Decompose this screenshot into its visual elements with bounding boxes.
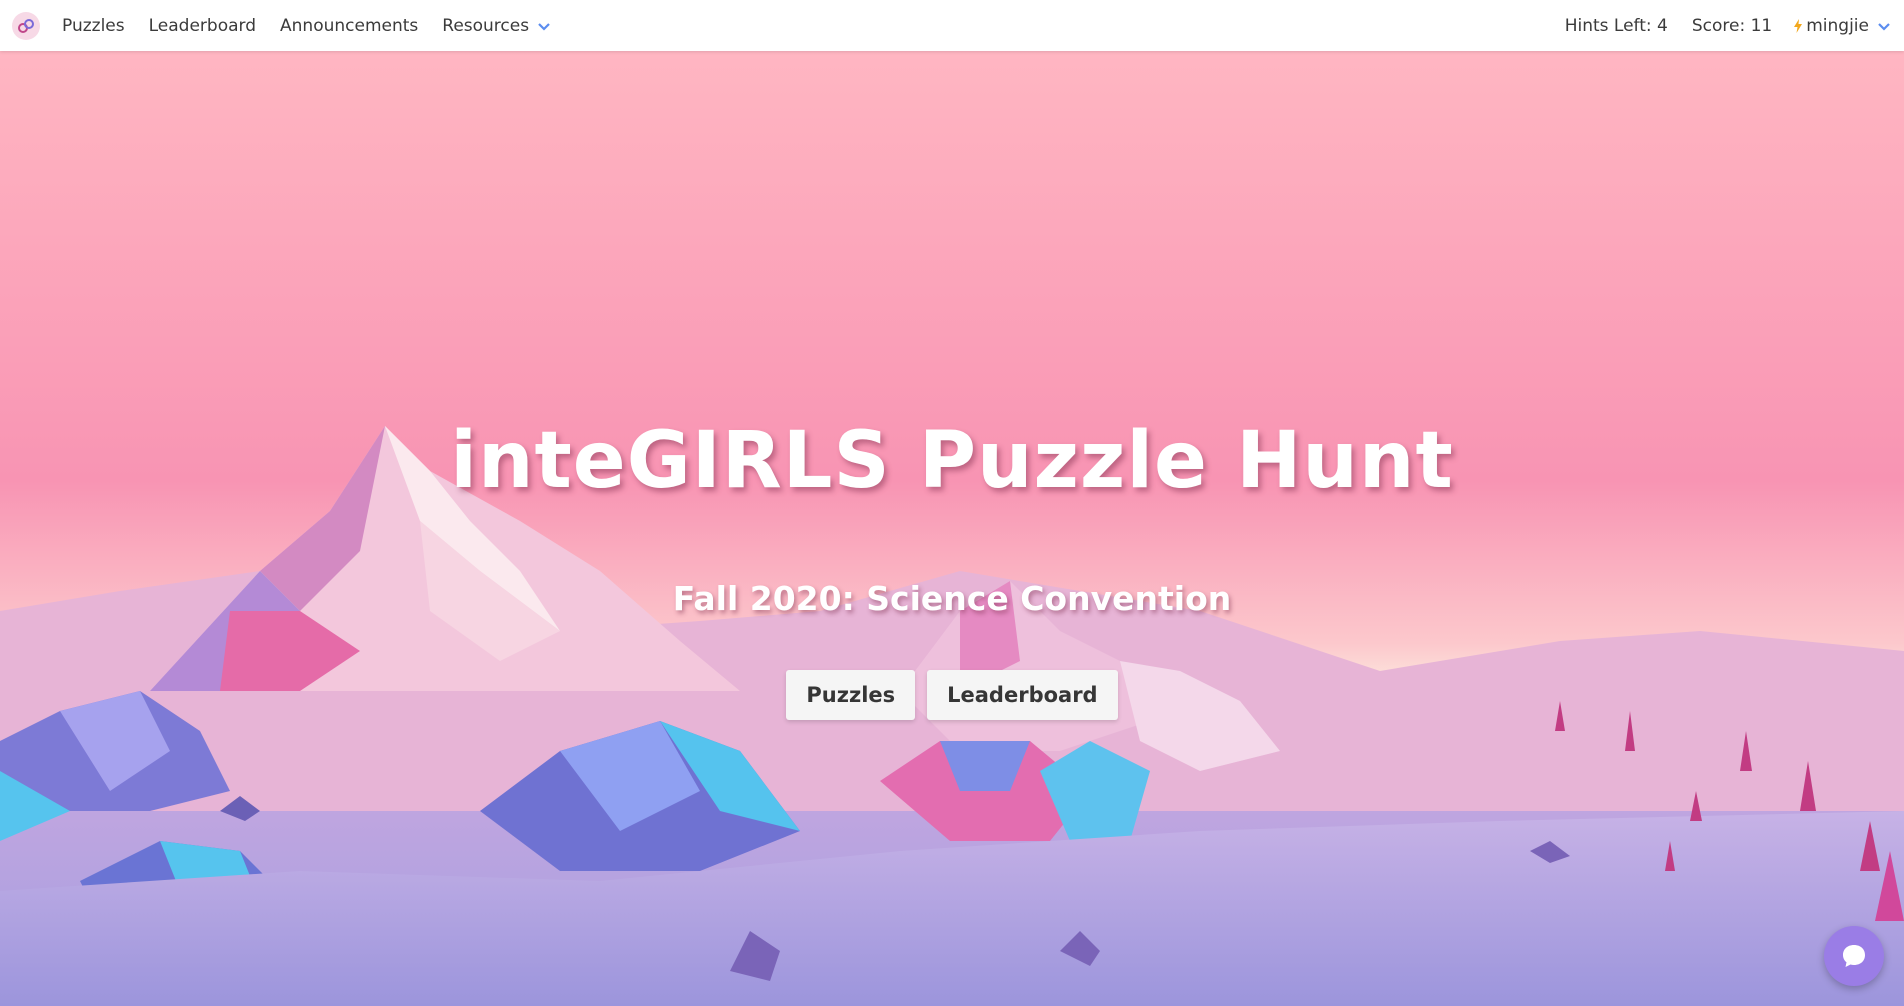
low-poly-mountain-background (0, 51, 1904, 1006)
leaderboard-button[interactable]: Leaderboard (927, 670, 1118, 720)
nav-leaderboard-link[interactable]: Leaderboard (149, 16, 256, 36)
lightning-icon (1794, 18, 1803, 33)
puzzles-button[interactable]: Puzzles (786, 670, 916, 720)
top-navbar: Puzzles Leaderboard Announcements Resour… (0, 0, 1904, 51)
chevron-down-icon (538, 16, 550, 36)
nav-status: Hints Left: 4 Score: 11 mingjie (1541, 16, 1890, 36)
nav-links: Puzzles Leaderboard Announcements Resour… (62, 16, 574, 36)
integirls-logo-icon[interactable] (12, 11, 40, 40)
hero-title: inteGIRLS Puzzle Hunt (450, 416, 1454, 506)
hero-section: inteGIRLS Puzzle Hunt Fall 2020: Science… (0, 51, 1904, 1006)
nav-resources-label: Resources (442, 15, 530, 36)
chevron-down-icon (1878, 16, 1890, 36)
hints-left-counter: Hints Left: 4 (1564, 15, 1668, 36)
nav-resources-dropdown[interactable]: Resources (442, 16, 550, 36)
user-menu[interactable]: mingjie (1794, 16, 1890, 36)
nav-announcements-link[interactable]: Announcements (280, 16, 418, 36)
hero-subtitle: Fall 2020: Science Convention (672, 579, 1232, 618)
score-counter: Score: 11 (1691, 15, 1773, 36)
username-label: mingjie (1806, 15, 1869, 36)
hero-buttons: Puzzles Leaderboard (0, 670, 1904, 720)
nav-puzzles-link[interactable]: Puzzles (62, 16, 125, 36)
chat-bubble-icon[interactable] (1824, 926, 1884, 986)
